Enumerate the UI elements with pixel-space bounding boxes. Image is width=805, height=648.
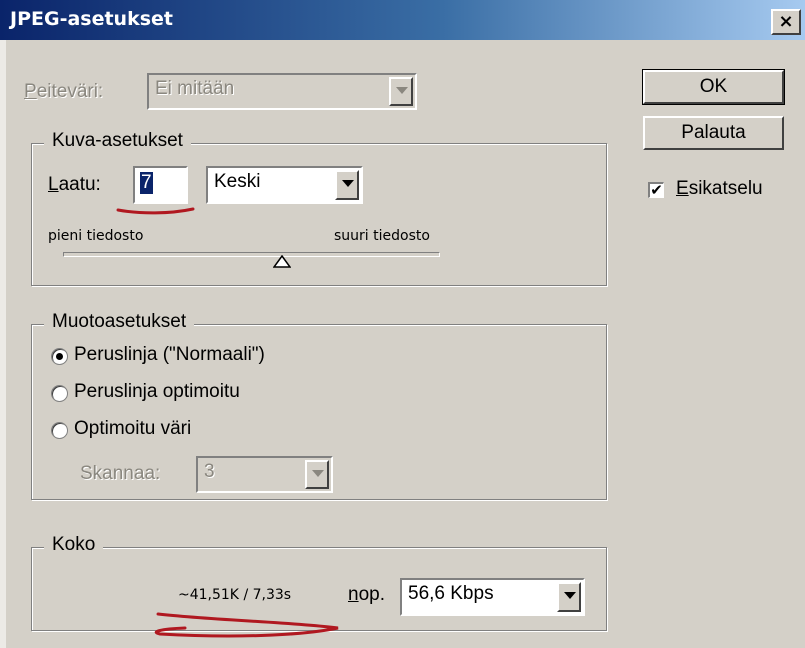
annotation-underline-size [154,612,339,638]
annotation-overlay [116,207,339,638]
annotation-underline-quality [116,207,195,215]
